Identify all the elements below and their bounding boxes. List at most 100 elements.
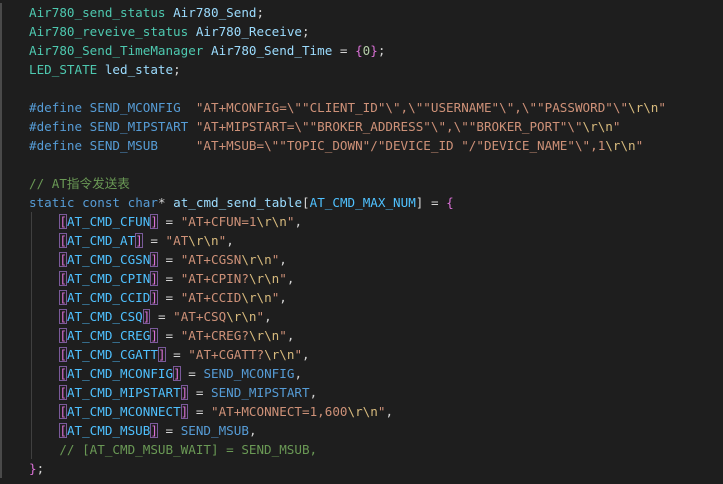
code-token: " [279, 328, 287, 343]
code-token: AT_CMD_MIPSTART [66, 385, 181, 400]
code-text: [AT_CMD_CCID] = "AT+CCID\r\n", [29, 288, 287, 307]
code-token: ] [150, 423, 158, 438]
code-token: Air780_Send_Time [210, 43, 333, 58]
code-token: "AT+CPIN? [180, 271, 249, 286]
code-token: ] [173, 366, 181, 381]
code-token: "AT+MCONNECT=1,600 [211, 404, 348, 419]
gutter-marker [0, 174, 2, 193]
code-text: // AT指令发送表 [29, 174, 130, 193]
code-token: AT_CMD_CGATT [66, 347, 158, 362]
code-token: ; [36, 461, 45, 476]
code-token: , [286, 271, 295, 286]
code-editor[interactable]: Air780_send_status Air780_Send; Air780_re… [0, 0, 723, 484]
code-token: Air780_Send [173, 5, 257, 20]
code-token: = [332, 43, 356, 58]
code-token: \r\n [241, 252, 272, 267]
code-token: AT_CMD_MCONFIG [66, 366, 174, 381]
gutter-marker [0, 383, 2, 402]
code-token: led_state [104, 62, 174, 77]
code-token: [ [59, 252, 67, 267]
code-token: AT_CMD_CCID [66, 290, 151, 305]
gutter-marker [0, 345, 2, 364]
gutter-marker [0, 79, 2, 98]
code-token: #define [29, 100, 83, 115]
code-token: static [29, 195, 75, 210]
code-token: , [248, 423, 257, 438]
code-token: = [188, 404, 212, 419]
gutter-marker [0, 364, 2, 383]
code-text: [AT_CMD_MIPSTART] = SEND_MIPSTART, [29, 383, 317, 402]
code-token: AT_CMD_AT [66, 233, 136, 248]
code-token: , [279, 290, 287, 305]
code-text: [AT_CMD_MCONFIG] = SEND_MCONFIG, [29, 364, 302, 383]
code-token: , [279, 252, 287, 267]
code-text: [AT_CMD_CPIN] = "AT+CPIN?\r\n", [29, 269, 294, 288]
code-token: AT_CMD_CFUN [66, 214, 151, 229]
gutter-marker [0, 193, 2, 212]
gutter-marker [0, 307, 2, 326]
code-token: "AT+MIPSTART=\""BROKER_ADDRESS"\",\""BRO… [195, 119, 583, 134]
code-token: [ [59, 404, 67, 419]
gutter-marker [0, 212, 2, 231]
gutter-marker [0, 269, 2, 288]
code-token: ] = [415, 195, 447, 210]
code-token: , [286, 328, 295, 343]
code-text: [AT_CMD_CSQ] = "AT+CSQ\r\n", [29, 307, 272, 326]
code-token: ; [256, 5, 265, 20]
code-text: #define SEND_MCONFIG "AT+MCONFIG=\""CLIE… [29, 98, 666, 117]
code-text: [AT_CMD_CGSN] = "AT+CGSN\r\n", [29, 250, 287, 269]
code-token: SEND_MSUB [89, 138, 158, 153]
code-token: AT_CMD_MSUB [66, 423, 151, 438]
code-token: [ [59, 233, 67, 248]
gutter-marker [0, 22, 2, 41]
code-token: AT_CMD_MAX_NUM [309, 195, 416, 210]
code-token: [ [59, 328, 67, 343]
code-text: [AT_CMD_CGATT] = "AT+CGATT?\r\n", [29, 345, 310, 364]
code-token: Air780_send_status [29, 5, 166, 20]
code-token: \r\n [264, 347, 295, 362]
code-token: [ [59, 423, 67, 438]
gutter-marker [0, 459, 2, 478]
code-token: LED_STATE [29, 62, 98, 77]
code-token: , [226, 233, 234, 248]
code-token: "AT+CREG? [180, 328, 249, 343]
code-token: , [385, 404, 394, 419]
code-text: Air780_reveive_status Air780_Receive; [29, 22, 310, 41]
code-token: [ [302, 195, 310, 210]
code-token: " [256, 309, 265, 324]
code-token: \r\n [347, 404, 378, 419]
code-token: = [157, 423, 181, 438]
code-text: #define SEND_MIPSTART "AT+MIPSTART=\""BR… [29, 117, 620, 136]
code-token: " [612, 119, 621, 134]
code-token: \r\n [248, 271, 280, 286]
code-text: LED_STATE led_state; [29, 60, 181, 79]
gutter-marker [0, 440, 2, 459]
code-token: AT_CMD_CSQ [66, 309, 143, 324]
code-token: ] [150, 328, 158, 343]
code-token: SEND_MCONFIG [203, 366, 295, 381]
code-text: Air780_Send_TimeManager Air780_Send_Time… [29, 41, 385, 60]
gutter-marker [0, 60, 2, 79]
code-text: // [AT_CMD_MSUB_WAIT] = SEND_MSUB, [29, 440, 317, 459]
gutter-marker [0, 136, 2, 155]
code-token: at_cmd_send_table [173, 195, 303, 210]
code-token: const [82, 195, 121, 210]
code-token: \r\n [226, 309, 257, 324]
code-token: ] [135, 233, 143, 248]
code-text: static const char* at_cmd_send_table[AT_… [29, 193, 454, 212]
code-text: [AT_CMD_MCONNECT] = "AT+MCONNECT=1,600\r… [29, 402, 393, 421]
code-token: , [264, 309, 272, 324]
code-token: * [157, 195, 174, 210]
